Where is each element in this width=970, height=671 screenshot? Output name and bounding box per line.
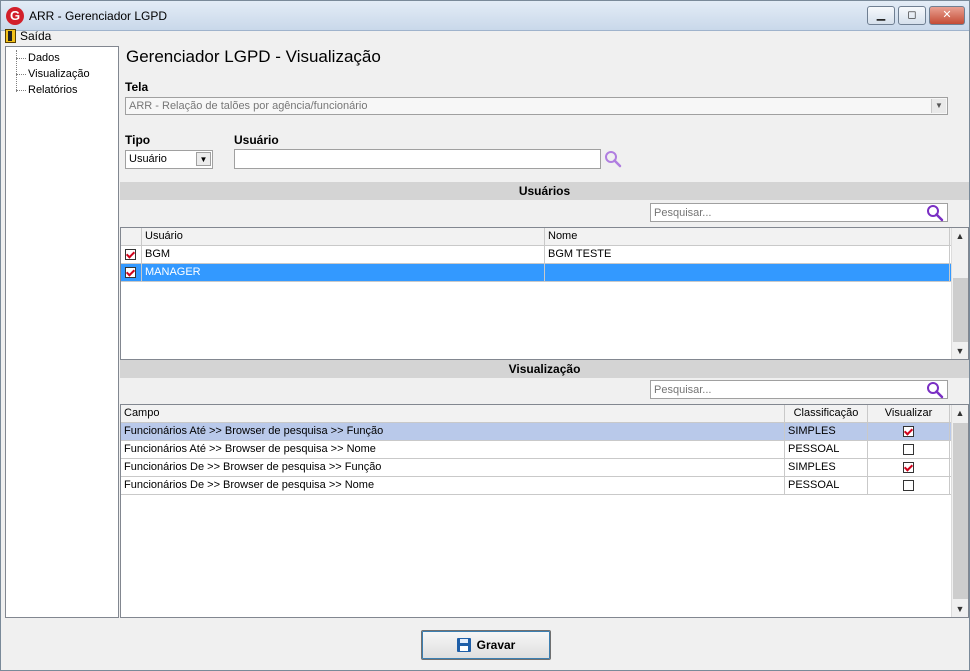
- user-checkbox[interactable]: [125, 249, 136, 260]
- tela-select-value: ARR - Relação de talões por agência/func…: [129, 100, 368, 112]
- users-section-header: Usuários: [120, 182, 969, 200]
- table-row[interactable]: MANAGER: [121, 264, 968, 282]
- exit-label: Saída: [20, 29, 52, 43]
- table-row[interactable]: Funcionários Até >> Browser de pesquisa …: [121, 441, 968, 459]
- users-vertical-scrollbar[interactable]: ▲ ▼: [951, 228, 968, 359]
- view-grid: Campo Classificação Visualizar Funcionár…: [120, 404, 969, 618]
- visualize-checkbox[interactable]: [903, 426, 914, 437]
- tree-item-relatorios[interactable]: Relatórios: [6, 82, 118, 98]
- scroll-thumb[interactable]: [953, 423, 968, 599]
- table-row[interactable]: BGM BGM TESTE: [121, 246, 968, 264]
- field-cell: Funcionários De >> Browser de pesquisa >…: [121, 459, 785, 476]
- tree-item-dados[interactable]: Dados: [6, 50, 118, 66]
- view-column-classification[interactable]: Classificação: [785, 405, 868, 422]
- chevron-down-icon[interactable]: ▼: [196, 152, 211, 166]
- chevron-down-icon[interactable]: ▼: [931, 99, 946, 113]
- classification-cell: PESSOAL: [785, 441, 868, 458]
- users-check-column-header: [121, 228, 142, 245]
- magnifier-icon[interactable]: [926, 381, 944, 399]
- users-column-name[interactable]: Nome: [545, 228, 950, 245]
- classification-cell: SIMPLES: [785, 423, 868, 440]
- name-cell: [545, 264, 950, 281]
- tela-select[interactable]: ARR - Relação de talões por agência/func…: [125, 97, 948, 115]
- floppy-disk-icon: [456, 638, 471, 652]
- user-cell: BGM: [142, 246, 545, 263]
- save-button[interactable]: Gravar: [421, 630, 551, 660]
- visualize-cell: [868, 423, 950, 440]
- app-window: G ARR - Gerenciador LGPD ▁ ◻ ✕ Saída Dad…: [0, 0, 970, 671]
- maximize-button[interactable]: ◻: [898, 6, 926, 25]
- usuario-input[interactable]: [234, 149, 601, 169]
- tipo-select[interactable]: Usuário ▼: [125, 150, 213, 169]
- view-section-header: Visualização: [120, 360, 969, 378]
- view-search-box: [650, 380, 948, 399]
- door-exit-icon: [5, 29, 16, 43]
- scroll-down-icon[interactable]: ▼: [952, 601, 968, 617]
- view-grid-header: Campo Classificação Visualizar: [121, 405, 968, 423]
- visualize-cell: [868, 441, 950, 458]
- row-checkbox-cell: [121, 264, 142, 281]
- table-row[interactable]: Funcionários De >> Browser de pesquisa >…: [121, 459, 968, 477]
- users-search-input[interactable]: [651, 204, 921, 221]
- field-cell: Funcionários Até >> Browser de pesquisa …: [121, 423, 785, 440]
- tree-item-visualizacao[interactable]: Visualização: [6, 66, 118, 82]
- user-checkbox[interactable]: [125, 267, 136, 278]
- view-vertical-scrollbar[interactable]: ▲ ▼: [951, 405, 968, 617]
- visualize-cell: [868, 477, 950, 494]
- magnifier-icon[interactable]: [926, 204, 944, 222]
- scroll-up-icon[interactable]: ▲: [952, 228, 968, 244]
- view-search-input[interactable]: [651, 381, 921, 398]
- tela-label: Tela: [125, 80, 149, 94]
- table-row[interactable]: Funcionários Até >> Browser de pesquisa …: [121, 423, 968, 441]
- scroll-up-icon[interactable]: ▲: [952, 405, 968, 421]
- classification-cell: PESSOAL: [785, 477, 868, 494]
- magnifier-icon[interactable]: [604, 150, 622, 168]
- view-column-field[interactable]: Campo: [121, 405, 785, 422]
- exit-menu-item[interactable]: Saída: [5, 28, 51, 44]
- view-column-visualize[interactable]: Visualizar: [868, 405, 950, 422]
- users-column-user[interactable]: Usuário: [142, 228, 545, 245]
- navigation-tree: Dados Visualização Relatórios: [5, 46, 119, 618]
- menu-bar: Saída: [1, 27, 969, 45]
- scroll-thumb[interactable]: [953, 278, 968, 342]
- tipo-label: Tipo: [125, 133, 151, 147]
- visualize-checkbox[interactable]: [903, 444, 914, 455]
- page-title: Gerenciador LGPD - Visualização: [126, 47, 381, 66]
- visualize-cell: [868, 459, 950, 476]
- usuario-label: Usuário: [234, 133, 279, 147]
- close-button[interactable]: ✕: [929, 6, 965, 25]
- scroll-down-icon[interactable]: ▼: [952, 343, 968, 359]
- users-grid-header: Usuário Nome: [121, 228, 968, 246]
- row-checkbox-cell: [121, 246, 142, 263]
- window-title: ARR - Gerenciador LGPD: [29, 9, 168, 23]
- visualize-checkbox[interactable]: [903, 462, 914, 473]
- save-button-label: Gravar: [476, 638, 516, 652]
- field-cell: Funcionários De >> Browser de pesquisa >…: [121, 477, 785, 494]
- classification-cell: SIMPLES: [785, 459, 868, 476]
- users-search-box: [650, 203, 948, 222]
- app-logo-icon: G: [6, 7, 24, 25]
- tipo-select-value: Usuário: [129, 153, 167, 165]
- field-cell: Funcionários Até >> Browser de pesquisa …: [121, 441, 785, 458]
- visualize-checkbox[interactable]: [903, 480, 914, 491]
- user-cell: MANAGER: [142, 264, 545, 281]
- table-row[interactable]: Funcionários De >> Browser de pesquisa >…: [121, 477, 968, 495]
- name-cell: BGM TESTE: [545, 246, 950, 263]
- users-grid: Usuário Nome BGM BGM TESTE MANAGER ▲ ▼: [120, 227, 969, 360]
- minimize-button[interactable]: ▁: [867, 6, 895, 25]
